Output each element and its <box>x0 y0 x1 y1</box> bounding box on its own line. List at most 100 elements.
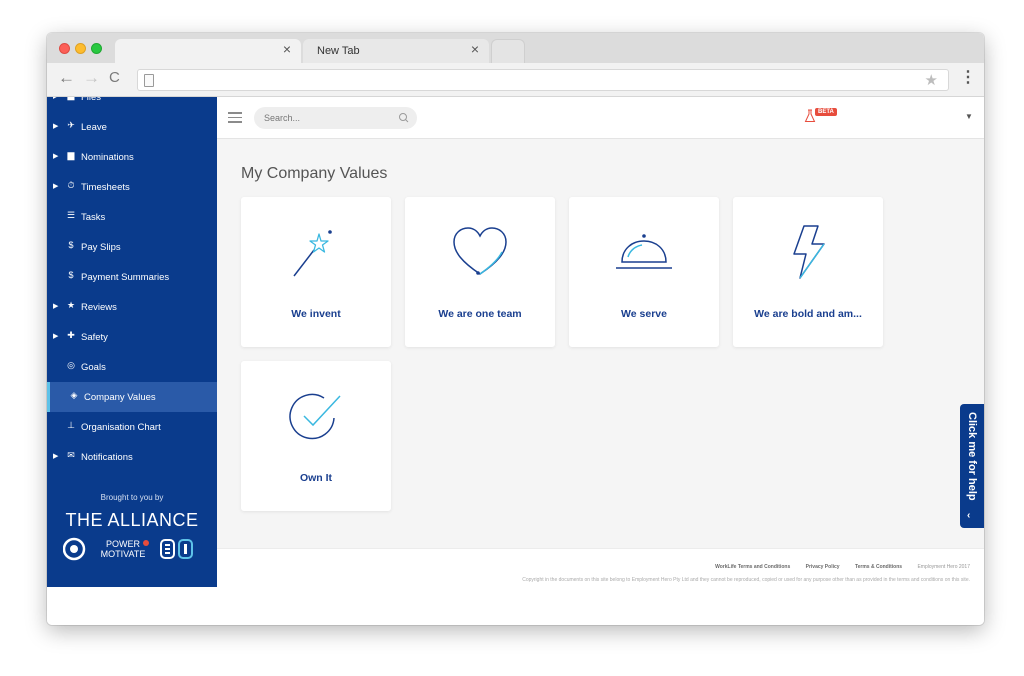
sidebar-item-label: Pay Slips <box>81 242 121 253</box>
plane-icon: ✈ <box>67 120 75 130</box>
sidebar-item-nominations[interactable]: ▶ ▆ Nominations <box>47 142 217 172</box>
chevron-right-icon[interactable]: ▶ <box>53 152 58 160</box>
value-label: We are bold and am... <box>754 308 862 320</box>
chevron-right-icon[interactable]: ▶ <box>53 182 58 190</box>
folder-icon: ▆ <box>65 97 77 101</box>
tab-close-icon[interactable]: × <box>283 42 291 56</box>
search-input[interactable] <box>254 107 417 129</box>
sidebar-item-goals[interactable]: ◎ Goals <box>47 352 217 382</box>
top-bar: BETA ▼ <box>217 97 984 139</box>
footer-link-terms-conditions[interactable]: Terms & Conditions <box>855 564 902 570</box>
alliance-brand: THE ALLIANCE <box>65 510 199 530</box>
sidebar-item-label: Leave <box>81 122 107 133</box>
page-footer: WorkLife Terms and Conditions Privacy Po… <box>217 548 984 588</box>
logo-text-line2: MOTIVATE <box>101 549 146 559</box>
sidebar-item-payment-summaries[interactable]: $ Payment Summaries <box>47 262 217 292</box>
check-circle-icon <box>289 393 341 440</box>
partner-logos: POWER MOTIVATE <box>62 535 213 563</box>
first-aid-icon: ✚ <box>67 330 75 340</box>
sidebar: ▶ ▆ Files ▶ ✈ Leave ▶ ▆ Nominations ▶ ⏱ Timesheets ☰… <box>47 97 217 587</box>
list-icon: ☰ <box>66 210 76 220</box>
value-card-we-are-one-team[interactable]: We are one team <box>405 197 555 347</box>
service-bell-icon <box>616 234 672 269</box>
chevron-right-icon[interactable]: ▶ <box>53 332 58 340</box>
sidebar-item-leave[interactable]: ▶ ✈ Leave <box>47 112 217 142</box>
back-arrow-icon[interactable]: ← <box>58 68 75 88</box>
logo-text-line1: POWER <box>106 539 141 549</box>
value-label: We invent <box>291 308 341 320</box>
sidebar-item-notifications[interactable]: ▶ ✉ Notifications <box>47 442 217 472</box>
forward-arrow-icon[interactable]: → <box>83 68 100 88</box>
heart-icon <box>453 227 507 275</box>
reload-icon[interactable]: C <box>109 68 120 88</box>
sidebar-item-label: Reviews <box>81 302 117 313</box>
footer-copyright: Copyright in the documents on this site … <box>522 577 970 583</box>
dollar-icon: $ <box>68 270 74 280</box>
sidebar-item-label: Tasks <box>81 212 106 223</box>
address-bar[interactable]: ★ <box>137 69 949 91</box>
hamburger-menu-icon[interactable] <box>228 112 242 123</box>
user-menu-chevron-down-icon[interactable]: ▼ <box>965 112 973 121</box>
new-tab-button[interactable] <box>491 39 525 63</box>
value-card-own-it[interactable]: Own It <box>241 361 391 511</box>
sidebar-item-timesheets[interactable]: ▶ ⏱ Timesheets <box>47 172 217 202</box>
star-icon: ★ <box>66 300 76 310</box>
browser-tab-active[interactable]: × <box>115 39 301 63</box>
value-card-we-are-bold[interactable]: We are bold and am... <box>733 197 883 347</box>
help-button[interactable]: Click me for help ‹ <box>960 404 984 528</box>
maximize-window-button[interactable] <box>91 43 102 54</box>
chevron-left-icon: ‹ <box>967 510 971 521</box>
sidebar-item-safety[interactable]: ▶ ✚ Safety <box>47 322 217 352</box>
value-card-we-invent[interactable]: We invent <box>241 197 391 347</box>
sidebar-item-label: Goals <box>81 362 106 373</box>
stopwatch-icon: ⏱ <box>67 180 75 190</box>
chevron-right-icon[interactable]: ▶ <box>53 122 58 130</box>
value-label: We are one team <box>438 308 522 320</box>
page-title: My Company Values <box>241 165 388 182</box>
partner-logo-icon: POWER MOTIVATE <box>62 537 193 561</box>
browser-tab-new-tab[interactable]: New Tab × <box>303 39 489 63</box>
browser-menu-icon[interactable]: ⋮ <box>960 69 976 87</box>
page-icon <box>144 74 154 87</box>
search-icon[interactable] <box>397 111 411 125</box>
chevron-right-icon[interactable]: ▶ <box>53 97 58 100</box>
sidebar-item-reviews[interactable]: ▶ ★ Reviews <box>47 292 217 322</box>
close-window-button[interactable] <box>59 43 70 54</box>
brought-to-you-by: Brought to you by <box>100 493 164 502</box>
sidebar-item-pay-slips[interactable]: $ Pay Slips <box>47 232 217 262</box>
help-label: Click me for help <box>966 412 978 501</box>
magic-wand-icon <box>293 230 332 277</box>
chevron-right-icon[interactable]: ▶ <box>53 452 58 460</box>
value-card-we-serve[interactable]: We serve <box>569 197 719 347</box>
folder-icon: ▆ <box>67 150 75 160</box>
sidebar-item-label: Organisation Chart <box>81 422 161 433</box>
minimize-window-button[interactable] <box>75 43 86 54</box>
sidebar-item-label: Notifications <box>81 452 133 463</box>
tab-title: New Tab <box>317 45 360 57</box>
sidebar-item-label: Files <box>81 97 102 103</box>
sidebar-item-files[interactable]: ▶ ▆ Files <box>47 97 217 112</box>
envelope-icon: ✉ <box>67 450 75 460</box>
sidebar-item-label: Nominations <box>81 152 134 163</box>
footer-credit: Employment Hero 2017 <box>917 564 970 570</box>
tab-strip: × New Tab × <box>47 33 984 63</box>
sidebar-item-label: Payment Summaries <box>81 272 170 283</box>
lightning-icon <box>793 225 825 279</box>
sidebar-item-label: Safety <box>81 332 108 343</box>
gem-icon: ◈ <box>70 390 78 400</box>
sidebar-item-organisation-chart[interactable]: ⊥ Organisation Chart <box>47 412 217 442</box>
target-icon: ◎ <box>67 360 75 370</box>
chevron-right-icon[interactable]: ▶ <box>53 302 58 310</box>
footer-link-worklife-terms[interactable]: WorkLife Terms and Conditions <box>715 564 790 570</box>
bookmark-star-icon[interactable]: ★ <box>925 71 938 89</box>
value-label: We serve <box>621 308 667 320</box>
app-area: ▶ ▆ Files ▶ ✈ Leave ▶ ▆ Nominations ▶ ⏱ Timesheets ☰… <box>47 97 984 625</box>
value-label: Own It <box>299 472 333 484</box>
browser-window: × New Tab × ← → C ★ ⋮ ▶ ▆ Files ▶ ✈ Leave ▶ ▆ No… <box>47 33 984 625</box>
tab-close-icon[interactable]: × <box>471 42 479 56</box>
main-content: BETA ▼ My Company Values We invent <box>217 97 984 587</box>
footer-link-privacy-policy[interactable]: Privacy Policy <box>806 564 840 570</box>
sidebar-item-company-values[interactable]: ◈ Company Values <box>47 382 217 412</box>
sidebar-item-tasks[interactable]: ☰ Tasks <box>47 202 217 232</box>
org-chart-icon: ⊥ <box>67 420 75 430</box>
